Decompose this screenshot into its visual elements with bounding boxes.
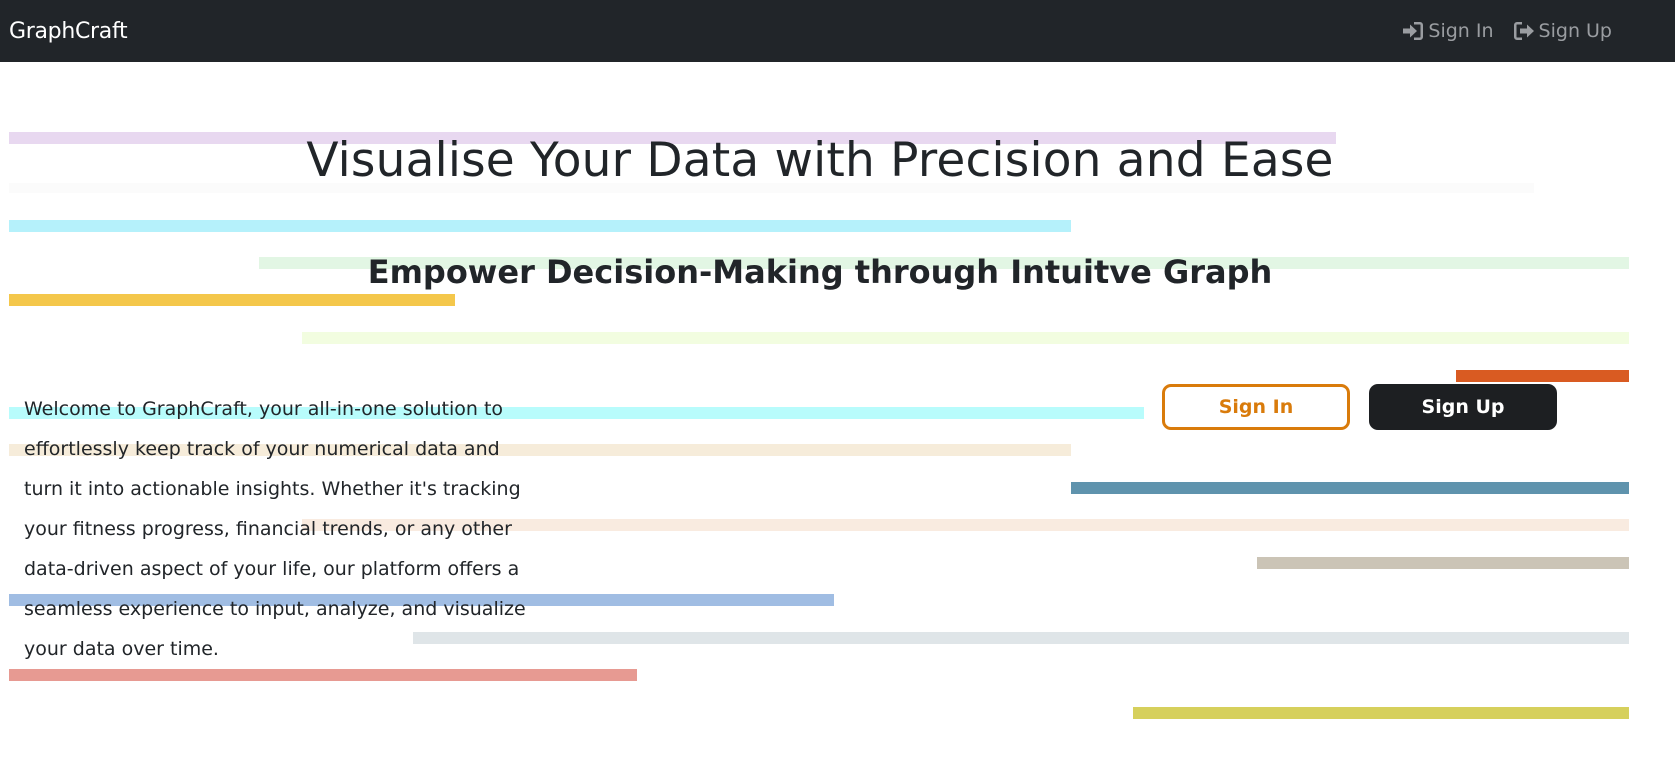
sign-in-icon: [1403, 22, 1424, 40]
sign-up-button[interactable]: Sign Up: [1369, 384, 1557, 430]
intro-paragraph: Welcome to GraphCraft, your all-in-one s…: [24, 398, 526, 660]
decor-stripe: [9, 294, 455, 306]
decor-stripe: [1133, 707, 1629, 719]
nav-sign-up-link[interactable]: Sign Up: [1513, 20, 1612, 42]
brand-logo[interactable]: GraphCraft: [9, 19, 128, 44]
nav-links: Sign In Sign Up: [1403, 20, 1612, 42]
decor-stripe: [413, 632, 1629, 644]
decor-stripe: [1257, 557, 1629, 569]
sign-up-icon: [1513, 22, 1534, 40]
decor-stripe: [1456, 370, 1629, 382]
decor-stripe: [1071, 482, 1629, 494]
page-title: Visualise Your Data with Precision and E…: [306, 133, 1334, 188]
page-subtitle: Empower Decision-Making through Intuitve…: [367, 253, 1273, 291]
decor-stripe: [302, 332, 1629, 344]
nav-sign-in-link[interactable]: Sign In: [1403, 20, 1494, 42]
sign-in-button[interactable]: Sign In: [1162, 384, 1350, 430]
nav-sign-up-label: Sign Up: [1538, 20, 1612, 42]
nav-sign-in-label: Sign In: [1428, 20, 1494, 42]
decor-stripe: [9, 669, 637, 681]
top-navbar: GraphCraft Sign In Sign Up: [0, 0, 1675, 62]
decor-stripe: [9, 220, 1071, 232]
